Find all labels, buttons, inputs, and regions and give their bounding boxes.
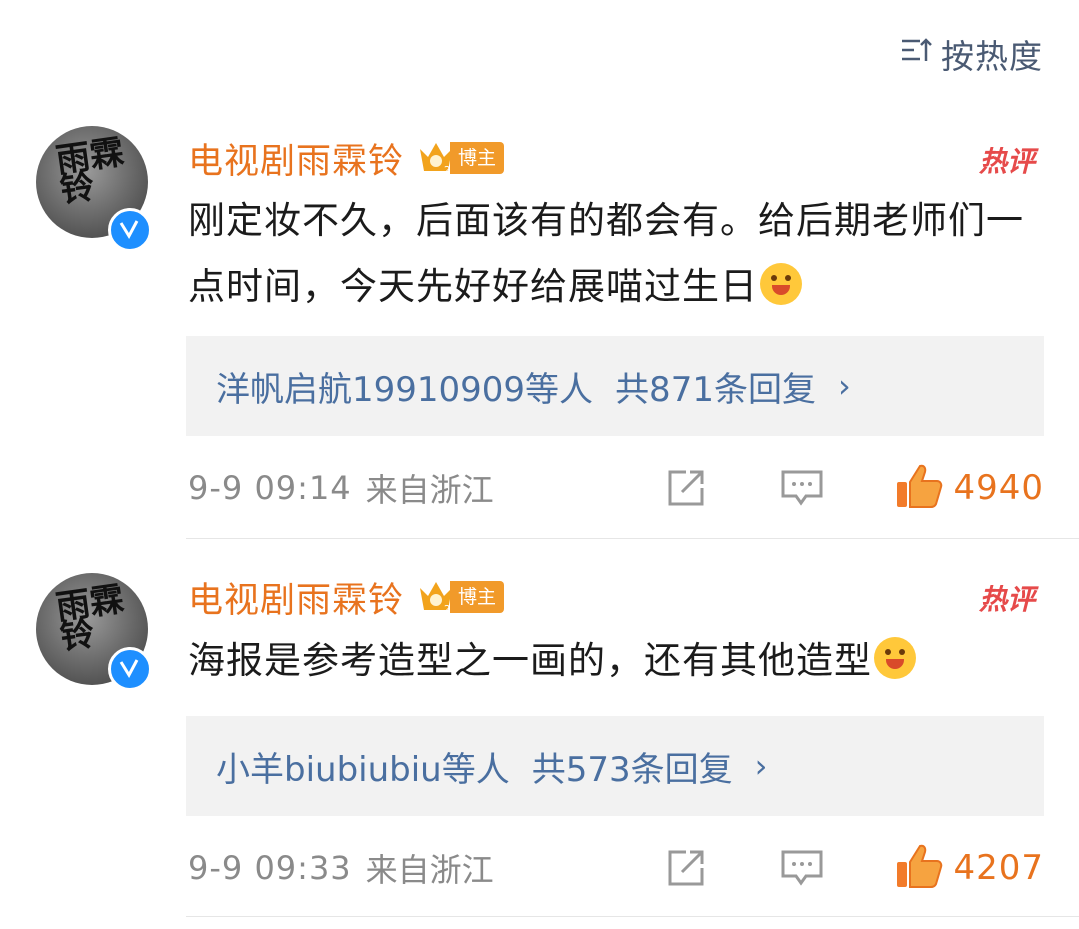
comment-text: 海报是参考造型之一画的，还有其他造型: [188, 628, 1048, 694]
divider: [186, 538, 1079, 539]
replies-count: 共573条回复: [531, 749, 733, 790]
replies-link[interactable]: 洋帆启航19910909等人 共871条回复 ›: [186, 336, 1044, 436]
sort-by-hot-button[interactable]: 按热度: [899, 33, 1043, 76]
replies-users: 洋帆启航19910909等人: [216, 369, 594, 410]
author-badge: 2 博主: [416, 578, 505, 616]
divider: [186, 916, 1079, 917]
share-icon[interactable]: [666, 848, 708, 888]
author-tag: 博主: [450, 142, 505, 174]
comment-text: 刚定妆不久，后面该有的都会有。给后期老师们一点时间，今天先好好给展喵过生日: [188, 199, 1024, 308]
comment-icon[interactable]: [780, 848, 824, 888]
like-count: 4940: [953, 468, 1044, 508]
share-icon[interactable]: [666, 468, 708, 508]
replies-link[interactable]: 小羊biubiubiu等人 共573条回复 ›: [186, 716, 1044, 816]
thumbs-up-icon[interactable]: [894, 842, 944, 890]
author-badge: 2 博主: [416, 139, 505, 177]
like-count: 4207: [953, 848, 1044, 888]
avatar-calligraphy: 雨霖铃: [53, 132, 127, 211]
cute-flower-emoji-icon: [874, 637, 916, 679]
comment-time: 9-9 09:14: [188, 469, 352, 507]
author-tag: 博主: [450, 581, 505, 613]
hot-comment-label: 热评: [978, 145, 1035, 178]
verified-icon: [108, 647, 152, 691]
hot-comment-label: 热评: [978, 583, 1035, 616]
avatar-calligraphy: 雨霖铃: [53, 579, 127, 658]
laughing-emoji-icon: [760, 263, 802, 305]
replies-count: 共871条回复: [615, 369, 816, 410]
username[interactable]: 电视剧雨霖铃: [188, 572, 404, 623]
chevron-right-icon: ›: [754, 747, 768, 785]
verified-icon: [108, 208, 152, 252]
thumbs-up-icon[interactable]: [894, 462, 944, 510]
sort-icon: [899, 33, 933, 75]
comment-location: 来自浙江: [365, 471, 494, 509]
sort-label: 按热度: [941, 37, 1043, 76]
chevron-right-icon: ›: [837, 367, 851, 405]
username[interactable]: 电视剧雨霖铃: [188, 133, 404, 184]
comment-time: 9-9 09:33: [188, 849, 352, 887]
comment-location: 来自浙江: [365, 851, 494, 889]
comment-icon[interactable]: [780, 468, 824, 508]
replies-users: 小羊biubiubiu等人: [216, 749, 510, 790]
